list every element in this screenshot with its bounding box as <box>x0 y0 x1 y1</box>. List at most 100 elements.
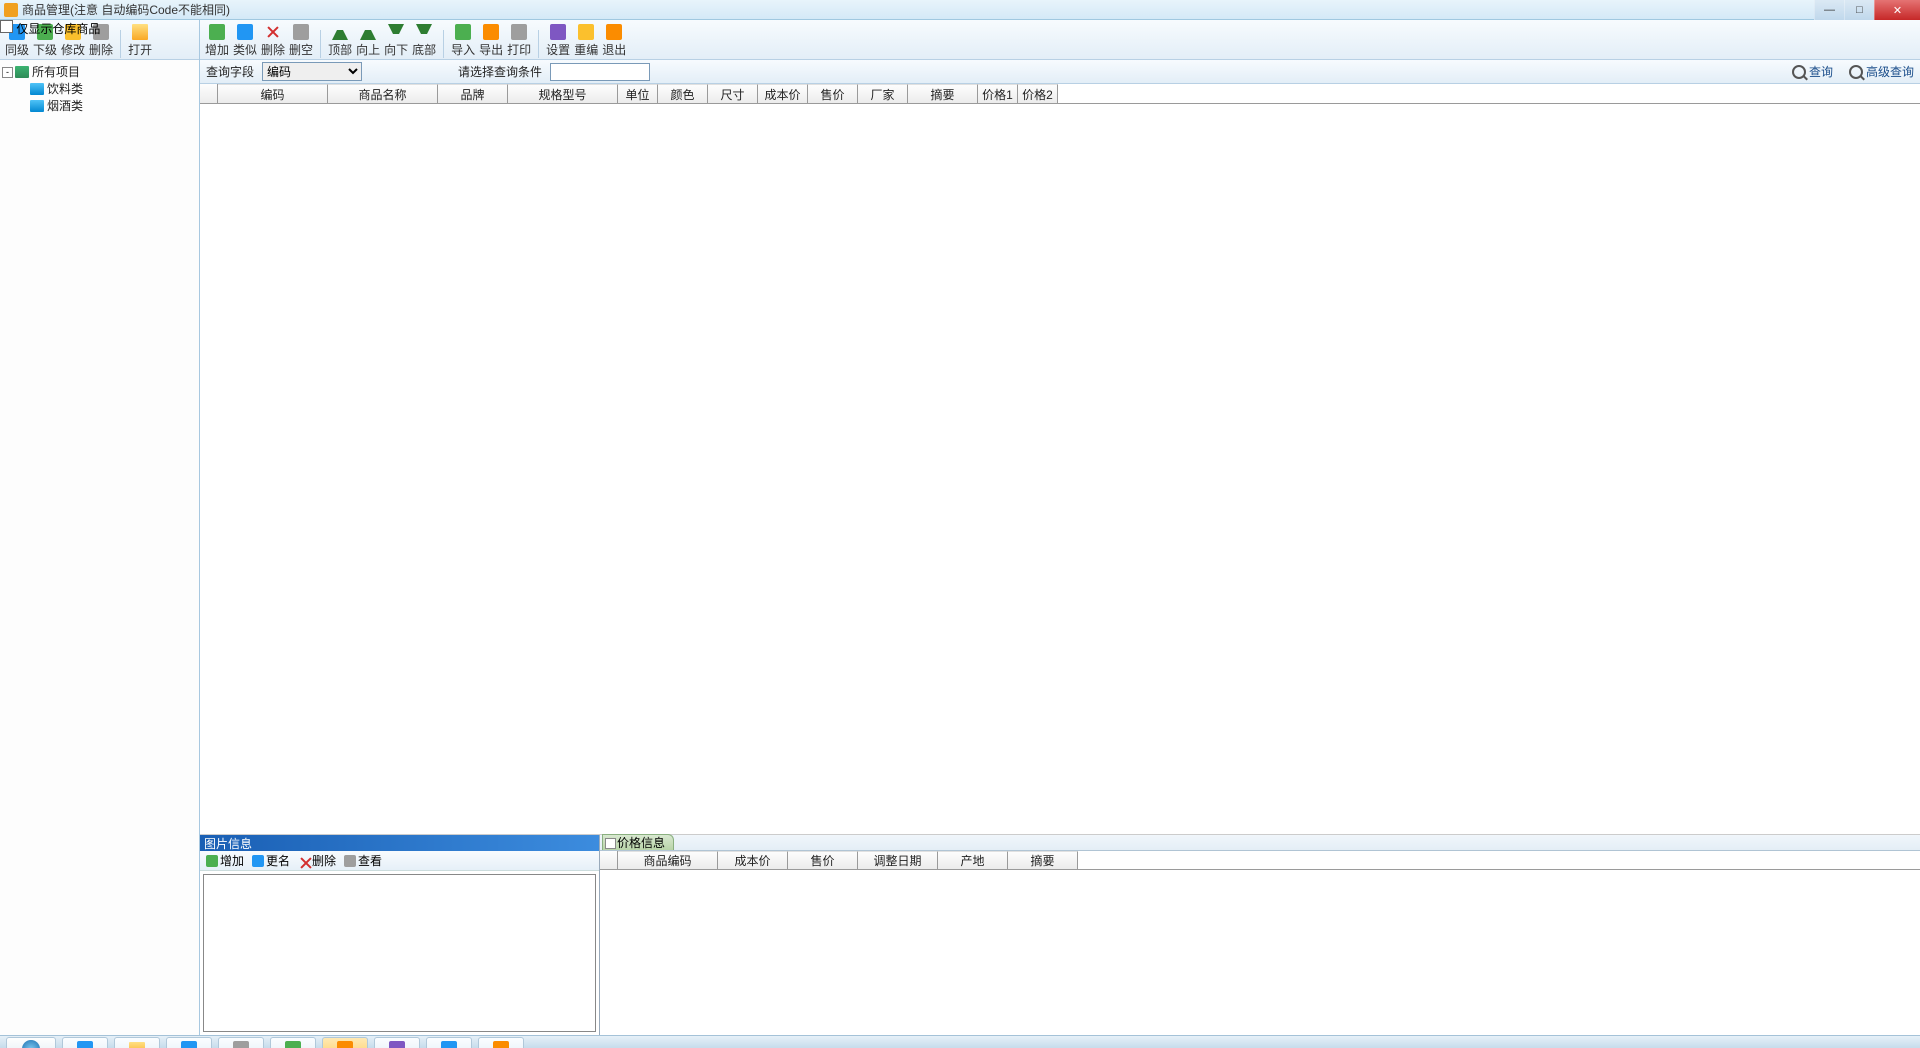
left-panel: 同级 下级 修改 删除 打开 - 所有项目 饮料类 烟酒类 <box>0 20 200 1035</box>
taskbar-item[interactable] <box>166 1037 212 1048</box>
print-button[interactable]: 打印 <box>506 24 532 58</box>
image-view-button[interactable]: 查看 <box>344 852 382 869</box>
down-button[interactable]: 向下 <box>383 24 409 58</box>
taskbar-item[interactable] <box>114 1037 160 1048</box>
tree-root[interactable]: - 所有项目 <box>2 64 197 80</box>
image-delete-label: 删除 <box>312 852 336 869</box>
search-cond-label: 请选择查询条件 <box>458 63 542 80</box>
taskbar-item[interactable] <box>478 1037 524 1048</box>
close-button[interactable]: ✕ <box>1874 0 1920 20</box>
arrow-bottom-icon <box>416 24 432 40</box>
tree-item[interactable]: 烟酒类 <box>30 98 197 114</box>
price-grid-header: 商品编码成本价售价调整日期产地摘要 <box>600 851 1920 870</box>
column-header[interactable]: 产地 <box>938 851 1008 869</box>
taskbar-item-active[interactable] <box>322 1037 368 1048</box>
plus-icon <box>209 24 225 40</box>
top-button[interactable]: 顶部 <box>327 24 353 58</box>
right-panel: 增加 类似 删除 删空 顶部 向上 向下 底部 导入 导出 打印 设置 重编 退… <box>200 20 1920 1035</box>
top-label: 顶部 <box>328 41 352 58</box>
image-add-button[interactable]: 增加 <box>206 852 244 869</box>
price-tab[interactable]: 价格信息 <box>602 834 674 850</box>
column-header[interactable]: 商品名称 <box>328 84 438 103</box>
add-button[interactable]: 增加 <box>204 24 230 58</box>
search-field-select[interactable]: 编码 <box>262 62 362 81</box>
bottom-label: 底部 <box>412 41 436 58</box>
app-icon <box>233 1041 249 1048</box>
delete-label: 删除 <box>89 41 113 58</box>
column-header[interactable]: 摘要 <box>908 84 978 103</box>
column-header[interactable]: 售价 <box>788 851 858 869</box>
export-icon <box>483 24 499 40</box>
maximize-button[interactable]: □ <box>1844 0 1874 20</box>
print-label: 打印 <box>507 41 531 58</box>
column-header[interactable]: 品牌 <box>438 84 508 103</box>
image-rename-label: 更名 <box>266 852 290 869</box>
column-header[interactable]: 商品编码 <box>618 851 718 869</box>
column-header[interactable]: 规格型号 <box>508 84 618 103</box>
arrow-top-icon <box>332 24 348 40</box>
import-button[interactable]: 导入 <box>450 24 476 58</box>
bottom-button[interactable]: 底部 <box>411 24 437 58</box>
recode-icon <box>578 24 594 40</box>
column-header[interactable]: 价格1 <box>978 84 1018 103</box>
tree-item-label: 烟酒类 <box>47 98 83 114</box>
row-selector-header <box>200 84 218 103</box>
image-rename-button[interactable]: 更名 <box>252 852 290 869</box>
search-field-label: 查询字段 <box>206 63 254 80</box>
exit-button[interactable]: 退出 <box>601 24 627 58</box>
delete2-button[interactable]: 删除 <box>260 24 286 58</box>
column-header[interactable]: 调整日期 <box>858 851 938 869</box>
folder-icon <box>15 66 29 78</box>
image-panel-title: 图片信息 <box>200 835 599 851</box>
column-header[interactable]: 成本价 <box>758 84 808 103</box>
search-cond-input[interactable] <box>550 63 650 81</box>
taskbar-item[interactable] <box>62 1037 108 1048</box>
app-icon <box>441 1041 457 1048</box>
tree-item[interactable]: 饮料类 <box>30 81 197 97</box>
taskbar-item[interactable] <box>426 1037 472 1048</box>
right-toolbar: 增加 类似 删除 删空 顶部 向上 向下 底部 导入 导出 打印 设置 重编 退… <box>200 20 1920 60</box>
clear-button[interactable]: 删空 <box>288 24 314 58</box>
column-header[interactable]: 颜色 <box>658 84 708 103</box>
copy-icon <box>237 24 253 40</box>
taskbar <box>0 1035 1920 1048</box>
tree-collapse-icon[interactable]: - <box>2 67 13 78</box>
taskbar-item[interactable] <box>218 1037 264 1048</box>
rename-icon <box>252 855 264 867</box>
print-icon <box>511 24 527 40</box>
column-header[interactable]: 摘要 <box>1008 851 1078 869</box>
search-button[interactable]: 查询 <box>1792 63 1833 80</box>
exit-icon <box>606 24 622 40</box>
plus-icon <box>206 855 218 867</box>
category-tree: - 所有项目 饮料类 烟酒类 <box>0 60 199 1035</box>
column-header[interactable]: 价格2 <box>1018 84 1058 103</box>
start-icon <box>22 1040 40 1048</box>
open-button[interactable]: 打开 <box>127 24 153 58</box>
column-header[interactable]: 厂家 <box>858 84 908 103</box>
toolbar-separator <box>538 30 539 58</box>
only-stock-checkbox[interactable] <box>0 20 13 33</box>
similar-button[interactable]: 类似 <box>232 24 258 58</box>
column-header[interactable]: 编码 <box>218 84 328 103</box>
export-button[interactable]: 导出 <box>478 24 504 58</box>
x-icon <box>298 855 310 867</box>
settings-button[interactable]: 设置 <box>545 24 571 58</box>
taskbar-item[interactable] <box>374 1037 420 1048</box>
recode-button[interactable]: 重编 <box>573 24 599 58</box>
column-header[interactable]: 售价 <box>808 84 858 103</box>
image-delete-button[interactable]: 删除 <box>298 852 336 869</box>
adv-search-button[interactable]: 高级查询 <box>1849 63 1914 80</box>
column-header[interactable]: 单位 <box>618 84 658 103</box>
taskbar-item[interactable] <box>270 1037 316 1048</box>
clear-icon <box>293 24 309 40</box>
column-header[interactable]: 成本价 <box>718 851 788 869</box>
column-header[interactable]: 尺寸 <box>708 84 758 103</box>
arrow-up-icon <box>360 24 376 40</box>
leaf-icon <box>30 100 44 112</box>
up-button[interactable]: 向上 <box>355 24 381 58</box>
open-label: 打开 <box>128 41 152 58</box>
similar-label: 类似 <box>233 41 257 58</box>
start-button[interactable] <box>6 1037 56 1048</box>
minimize-button[interactable]: — <box>1814 0 1844 20</box>
folder-icon <box>129 1042 145 1048</box>
